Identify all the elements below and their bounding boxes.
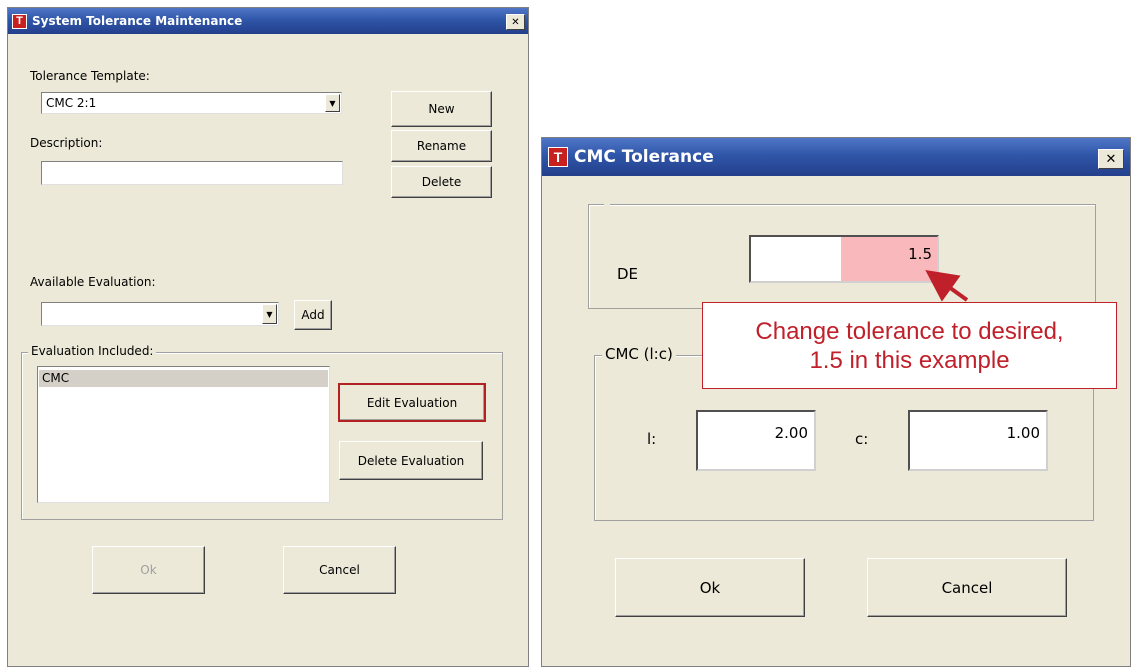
cancel-button[interactable]: Cancel [283, 546, 396, 594]
title-bar: T CMC Tolerance [542, 138, 1130, 176]
c-value: 1.00 [1006, 424, 1040, 442]
available-evaluation-dropdown[interactable]: ▼ [41, 302, 279, 326]
close-icon[interactable]: ✕ [1098, 149, 1124, 169]
l-value: 2.00 [774, 424, 808, 442]
annotation-callout: Change tolerance to desired, 1.5 in this… [702, 302, 1117, 389]
available-evaluation-label: Available Evaluation: [30, 275, 156, 289]
description-label: Description: [30, 136, 103, 150]
new-button[interactable]: New [391, 91, 492, 127]
c-label: c: [855, 430, 869, 448]
chevron-down-icon[interactable]: ▼ [325, 94, 340, 112]
app-icon: T [12, 13, 27, 29]
l-field[interactable]: 2.00 [696, 410, 816, 471]
de-value: 1.5 [908, 245, 932, 263]
ok-button[interactable]: Ok [615, 558, 805, 617]
tolerance-template-value: CMC 2:1 [46, 96, 97, 110]
add-button[interactable]: Add [294, 300, 332, 330]
de-field[interactable]: 1.5 [749, 235, 939, 283]
list-item-cmc[interactable]: CMC [39, 370, 328, 387]
description-field[interactable] [41, 161, 343, 185]
evaluations-listbox[interactable]: CMC [37, 366, 330, 503]
cancel-button[interactable]: Cancel [867, 558, 1067, 617]
callout-line-1: Change tolerance to desired, [755, 317, 1064, 345]
c-field[interactable]: 1.00 [908, 410, 1048, 471]
app-icon: T [548, 147, 568, 167]
de-label: DE [617, 265, 639, 283]
close-icon[interactable]: ✕ [506, 14, 525, 30]
window-title: CMC Tolerance [574, 147, 714, 167]
delete-evaluation-button[interactable]: Delete Evaluation [339, 441, 483, 480]
system-tolerance-maintenance-window: T System Tolerance Maintenance ✕ Toleran… [7, 7, 529, 667]
evaluation-included-label: Evaluation Included: [28, 344, 157, 358]
title-bar: T System Tolerance Maintenance [8, 8, 528, 34]
rename-button[interactable]: Rename [391, 130, 492, 162]
ok-button[interactable]: Ok [92, 546, 205, 594]
edit-evaluation-button[interactable]: Edit Evaluation [338, 383, 486, 422]
chevron-down-icon[interactable]: ▼ [262, 304, 277, 324]
cmc-tolerance-window: T CMC Tolerance ✕ DE 1.5 CMC (l:c) l: 2.… [541, 137, 1131, 667]
de-group-label [604, 198, 610, 208]
delete-button[interactable]: Delete [391, 166, 492, 198]
window-title: System Tolerance Maintenance [32, 14, 243, 28]
l-label: l: [647, 430, 657, 448]
cmc-lc-group-label: CMC (l:c) [602, 345, 676, 363]
callout-line-2: 1.5 in this example [809, 346, 1010, 374]
tolerance-template-label: Tolerance Template: [30, 69, 150, 83]
tolerance-template-dropdown[interactable]: CMC 2:1 ▼ [41, 92, 342, 114]
